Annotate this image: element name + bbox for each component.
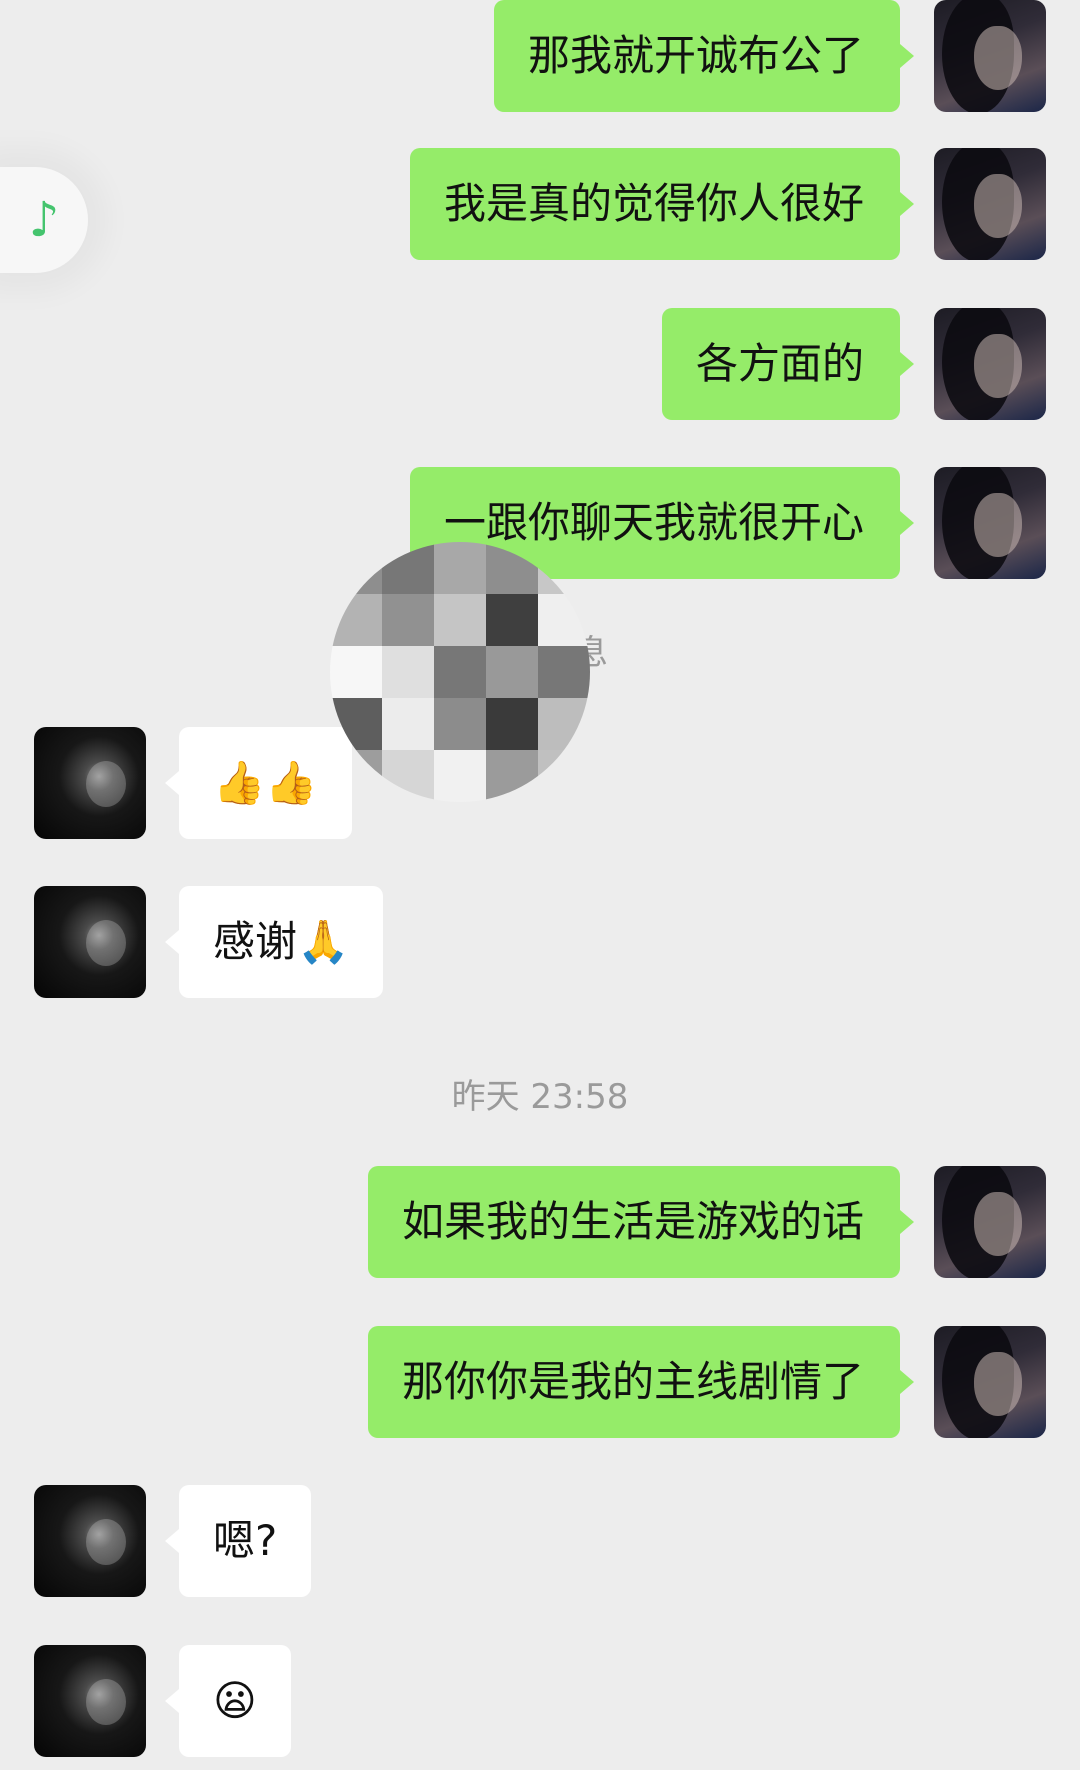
message-bubble[interactable]: 如果我的生活是游戏的话 — [367, 1166, 900, 1278]
message-row-sent: 那你你是我的主线剧情了 — [0, 1326, 1080, 1438]
bubble-tail — [165, 771, 179, 795]
my-avatar[interactable] — [934, 148, 1046, 260]
bubble-tail — [165, 1529, 179, 1553]
contact-avatar[interactable] — [34, 886, 146, 998]
message-bubble[interactable]: 👍👍 — [179, 727, 352, 839]
my-avatar[interactable] — [934, 1166, 1046, 1278]
message-bubble[interactable]: 😦 — [179, 1645, 291, 1757]
timestamp-divider: 昨天 23:58 — [451, 1077, 629, 1117]
contact-avatar[interactable] — [34, 1645, 146, 1757]
message-row-received: 嗯? — [0, 1485, 1080, 1597]
message-row-sent: 如果我的生活是游戏的话 — [0, 1166, 1080, 1278]
message-bubble[interactable]: 嗯? — [179, 1485, 312, 1597]
bubble-tail — [900, 352, 914, 376]
bubble-tail — [900, 44, 914, 68]
message-bubble[interactable]: 感谢🙏 — [179, 886, 384, 998]
message-bubble[interactable]: 那你你是我的主线剧情了 — [367, 1326, 900, 1438]
message-row-sent: 各方面的 — [0, 308, 1080, 420]
message-row-received: 😦 — [0, 1645, 1080, 1757]
message-bubble[interactable]: 各方面的 — [661, 308, 900, 420]
bubble-tail — [900, 511, 914, 535]
contact-avatar[interactable] — [34, 1485, 146, 1597]
bubble-tail — [165, 930, 179, 954]
bubble-tail — [900, 1210, 914, 1234]
message-row-received: 感谢🙏 — [0, 886, 1080, 998]
bubble-tail — [900, 1370, 914, 1394]
my-avatar[interactable] — [934, 0, 1046, 112]
my-avatar[interactable] — [934, 308, 1046, 420]
message-bubble[interactable]: 那我就开诚布公了 — [493, 0, 900, 112]
my-avatar[interactable] — [934, 1326, 1046, 1438]
bubble-tail — [165, 1689, 179, 1713]
message-row-sent: 我是真的觉得你人很好 — [0, 148, 1080, 260]
my-avatar[interactable] — [934, 467, 1046, 579]
bubble-tail — [900, 192, 914, 216]
message-row-sent: 那我就开诚布公了 — [0, 0, 1080, 112]
message-row-sent: 一跟你聊天我就很开心 — [0, 467, 1080, 579]
message-bubble[interactable]: 我是真的觉得你人很好 — [409, 148, 900, 260]
contact-avatar[interactable] — [34, 727, 146, 839]
blur-mosaic-icon — [330, 542, 590, 802]
